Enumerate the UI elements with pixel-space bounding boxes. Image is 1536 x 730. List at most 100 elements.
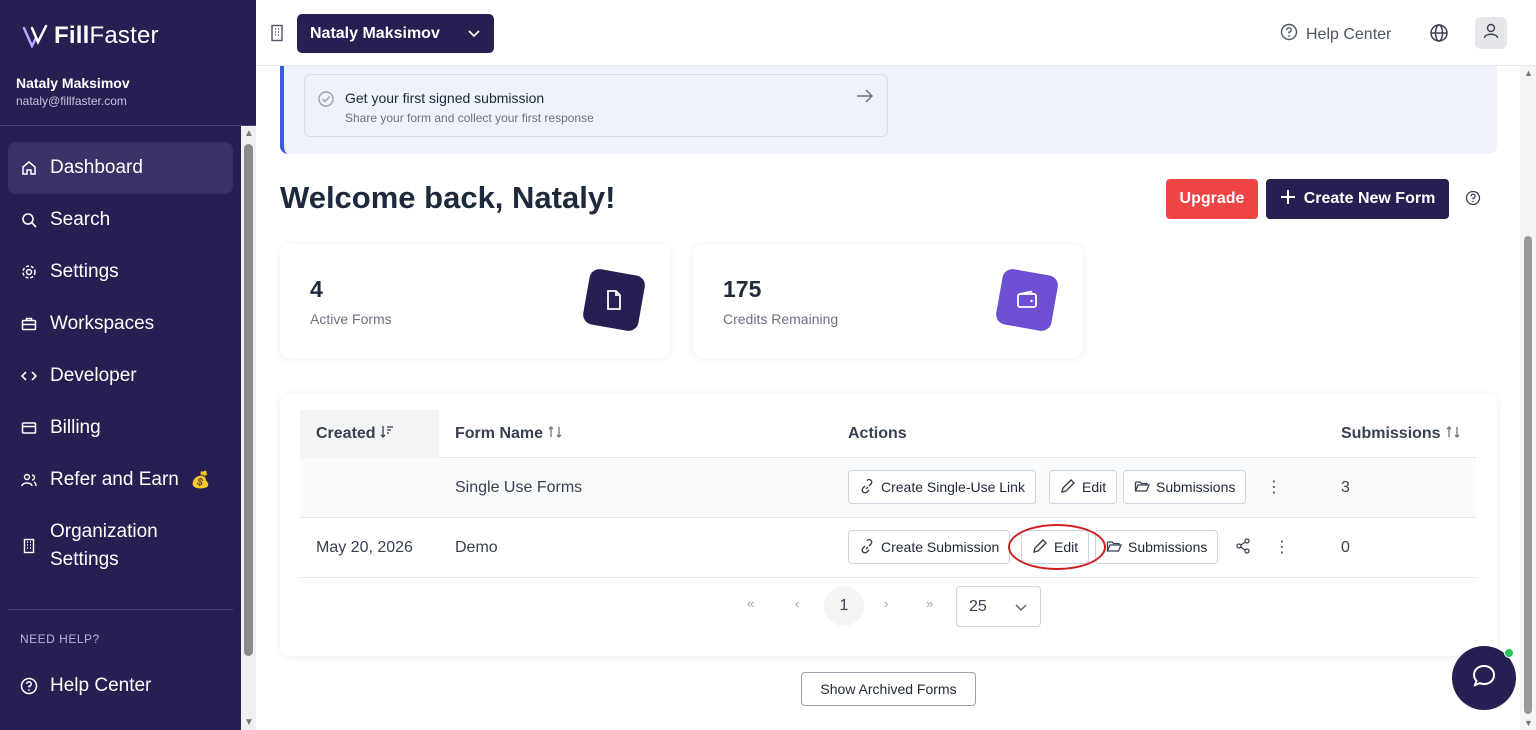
page-button-current[interactable]: 1 (824, 586, 864, 626)
document-icon (581, 267, 647, 333)
onboarding-step-card[interactable]: Get your first signed submission Share y… (304, 74, 888, 137)
building-icon (20, 537, 38, 555)
sidebar-item-label: Settings (50, 261, 119, 282)
sidebar-item-label: Help Center (50, 675, 152, 696)
button-label: Submissions (1128, 539, 1208, 555)
onboarding-banner: Get your first signed submission Share y… (280, 66, 1497, 154)
submissions-button[interactable]: Submissions (1095, 530, 1219, 564)
cell-form-name[interactable]: Single Use Forms (455, 458, 582, 517)
brand-name-bold: Fill (54, 22, 90, 49)
column-form-name[interactable]: Form Name (455, 410, 563, 458)
edit-button[interactable]: Edit (1049, 470, 1118, 504)
search-icon (20, 211, 38, 229)
scroll-up-icon[interactable]: ▲ (1524, 68, 1533, 78)
create-new-form-button[interactable]: Create New Form (1266, 179, 1449, 219)
sidebar-item-workspaces[interactable]: Workspaces (8, 298, 233, 350)
cell-form-name[interactable]: Demo (455, 518, 498, 577)
briefcase-icon (20, 315, 38, 333)
gear-icon (20, 263, 38, 281)
sidebar-scrollbar[interactable]: ▲ ▼ (241, 126, 256, 730)
divider (0, 125, 256, 126)
pencil-icon (1032, 538, 1048, 557)
sidebar-item-help-center[interactable]: Help Center (8, 660, 233, 712)
sidebar-item-label: Organization Settings (50, 521, 158, 570)
create-submission-button[interactable]: Create Submission (848, 530, 1011, 564)
edit-button[interactable]: Edit (1021, 530, 1090, 564)
more-vertical-icon[interactable]: ⋮ (1266, 477, 1282, 497)
column-submissions[interactable]: Submissions (1341, 410, 1461, 458)
sidebar-item-label: Workspaces (50, 313, 155, 334)
sidebar-item-refer-and-earn[interactable]: Refer and Earn 💰 (8, 454, 233, 506)
column-label: Submissions (1341, 425, 1441, 442)
help-center-link[interactable]: Help Center (1280, 23, 1391, 46)
code-icon (20, 367, 38, 385)
money-bag-icon: 💰 (190, 472, 211, 489)
help-center-label: Help Center (1306, 25, 1392, 43)
link-icon (859, 538, 875, 557)
last-page-icon[interactable]: » (926, 596, 933, 611)
page-size-select[interactable]: 25 (956, 586, 1041, 627)
main-content: Get your first signed submission Share y… (256, 66, 1520, 730)
table-row: May 20, 2026 Demo Create Submission Edit… (300, 518, 1476, 578)
user-name: Nataly Maksimov (16, 75, 130, 91)
table-row: Single Use Forms Create Single-Use Link … (300, 458, 1476, 518)
building-icon (270, 24, 284, 47)
button-label: Create Submission (881, 539, 1000, 555)
sidebar-item-billing[interactable]: Billing (8, 402, 233, 454)
column-actions: Actions (848, 410, 907, 458)
logo-icon (22, 24, 48, 48)
upgrade-button[interactable]: Upgrade (1166, 179, 1258, 219)
button-label: Edit (1082, 479, 1107, 495)
sidebar-item-search[interactable]: Search (8, 194, 233, 246)
user-icon (1482, 22, 1500, 45)
first-page-icon[interactable]: « (747, 596, 754, 611)
sort-desc-icon (380, 425, 394, 444)
chevron-down-icon (466, 25, 482, 46)
show-archived-forms-button[interactable]: Show Archived Forms (801, 672, 976, 706)
folder-open-icon (1134, 478, 1150, 497)
cell-submissions: 3 (1341, 478, 1350, 496)
onboarding-title: Get your first signed submission (345, 90, 545, 106)
main-scrollbar[interactable]: ▲ ▼ (1520, 66, 1536, 730)
forms-table: Created Form Name Actions Submissions Si… (280, 394, 1497, 656)
button-label: Submissions (1156, 479, 1236, 495)
sidebar-item-dashboard[interactable]: Dashboard (8, 142, 233, 194)
chat-bubble-icon (1470, 662, 1498, 695)
help-circle-icon (20, 677, 38, 695)
brand-name-rest: Faster (89, 22, 159, 49)
prev-page-icon[interactable]: ‹ (795, 596, 799, 611)
sidebar-item-settings[interactable]: Settings (8, 246, 233, 298)
pagination: « ‹ 1 › » 25 (280, 586, 1497, 627)
sidebar-item-organization-settings[interactable]: Organization Settings (8, 506, 233, 586)
home-icon (20, 159, 38, 177)
help-circle-icon[interactable] (1465, 190, 1481, 211)
submissions-button[interactable]: Submissions (1123, 470, 1247, 504)
user-avatar-button[interactable] (1475, 17, 1507, 49)
create-single-use-link-button[interactable]: Create Single-Use Link (848, 470, 1036, 504)
pencil-icon (1060, 478, 1076, 497)
page-size-value: 25 (969, 597, 987, 615)
scrollbar-thumb[interactable] (244, 144, 253, 656)
check-circle-icon (317, 90, 335, 113)
scrollbar-thumb[interactable] (1524, 236, 1532, 714)
sidebar: FillFaster Nataly Maksimov nataly@fillfa… (0, 0, 256, 730)
globe-icon[interactable] (1429, 23, 1449, 48)
share-icon[interactable] (1235, 538, 1251, 559)
scroll-down-icon[interactable]: ▼ (1524, 718, 1533, 728)
next-page-icon[interactable]: › (884, 596, 888, 611)
scroll-up-icon[interactable]: ▲ (244, 128, 254, 139)
column-created[interactable]: Created (300, 410, 439, 458)
sidebar-item-label: Billing (50, 417, 101, 438)
plus-icon (1280, 189, 1296, 210)
stat-card-active-forms: 4 Active Forms (280, 244, 670, 358)
folder-open-icon (1106, 538, 1122, 557)
user-email: nataly@fillfaster.com (16, 94, 127, 108)
chat-widget-button[interactable] (1452, 646, 1516, 710)
scroll-down-icon[interactable]: ▼ (244, 717, 254, 728)
sidebar-item-developer[interactable]: Developer (8, 350, 233, 402)
link-icon (859, 478, 875, 497)
button-label: Edit (1054, 539, 1079, 555)
more-vertical-icon[interactable]: ⋮ (1274, 537, 1290, 557)
brand-logo[interactable]: FillFaster (22, 22, 159, 50)
organization-select[interactable]: Nataly Maksimov (297, 14, 494, 53)
